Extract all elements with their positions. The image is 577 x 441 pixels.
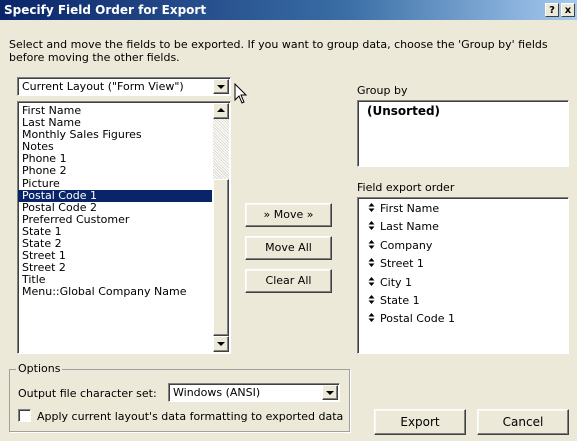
- export-order-item-label: Street 1: [380, 257, 424, 271]
- options-legend: Options: [16, 362, 63, 375]
- clear-all-button[interactable]: Clear All: [245, 269, 332, 293]
- export-order-item-label: Company: [380, 238, 433, 252]
- charset-label: Output file character set:: [18, 387, 157, 400]
- export-order-item-label: City 1: [380, 275, 413, 289]
- export-order-list[interactable]: First Name Last Name Company Street 1 City 1…: [357, 197, 569, 354]
- export-order-item[interactable]: Company: [368, 239, 432, 252]
- options-group: Options Output file character set: Windo…: [9, 362, 350, 432]
- drag-handle-icon[interactable]: [368, 203, 380, 214]
- scroll-down-button[interactable]: [213, 336, 229, 352]
- apply-formatting-checkbox[interactable]: [18, 409, 31, 422]
- drag-handle-icon[interactable]: [368, 239, 380, 251]
- drag-handle-icon[interactable]: [368, 221, 380, 232]
- group-by-list[interactable]: (Unsorted): [357, 100, 569, 167]
- export-order-item[interactable]: Street 1: [368, 257, 424, 270]
- export-order-item[interactable]: Postal Code 1: [368, 312, 455, 325]
- export-order-item-label: Postal Code 1: [380, 312, 455, 326]
- instructions-text: Select and move the fields to be exporte…: [9, 38, 548, 64]
- title-bar: Specify Field Order for Export ? x: [0, 0, 577, 20]
- charset-select-value: Windows (ANSI): [173, 386, 261, 399]
- export-order-item[interactable]: State 1: [368, 294, 420, 307]
- scroll-up-button[interactable]: [213, 103, 229, 119]
- charset-select[interactable]: Windows (ANSI): [168, 383, 340, 402]
- group-by-item[interactable]: (Unsorted): [367, 104, 440, 118]
- export-order-item[interactable]: City 1: [368, 276, 412, 289]
- close-button[interactable]: x: [561, 3, 575, 17]
- layout-select[interactable]: Current Layout ("Form View"): [17, 77, 231, 96]
- available-fields-list[interactable]: First Name Last Name Monthly Sales Figures…: [17, 101, 231, 354]
- export-button[interactable]: Export: [374, 409, 466, 435]
- export-order-item-label: First Name: [380, 202, 440, 215]
- move-button[interactable]: » Move »: [245, 203, 332, 227]
- export-order-label: Field export order: [357, 181, 455, 194]
- help-button[interactable]: ?: [545, 3, 559, 17]
- layout-select-value: Current Layout ("Form View"): [22, 80, 184, 93]
- drag-handle-icon[interactable]: [368, 258, 380, 269]
- export-order-item-label: State 1: [380, 294, 420, 307]
- drag-handle-icon[interactable]: [368, 313, 380, 324]
- layout-select-dropdown-button[interactable]: [213, 79, 229, 94]
- available-fields-scrollbar[interactable]: [213, 103, 229, 352]
- export-order-item-label: Last Name: [380, 220, 439, 234]
- group-by-label: Group by: [357, 84, 408, 97]
- scroll-thumb[interactable]: [213, 179, 229, 336]
- move-all-button[interactable]: Move All: [245, 236, 332, 260]
- cancel-button[interactable]: Cancel: [477, 409, 569, 435]
- field-list-item[interactable]: Menu::Global Company Name: [18, 286, 212, 298]
- field-list-item[interactable]: Street 2: [18, 262, 212, 274]
- field-list-item[interactable]: Picture: [18, 177, 212, 190]
- charset-select-dropdown-button[interactable]: [322, 385, 338, 400]
- window-title: Specify Field Order for Export: [4, 3, 207, 17]
- field-list-item[interactable]: Postal Code 1: [18, 189, 212, 202]
- drag-handle-icon[interactable]: [368, 295, 380, 306]
- mouse-pointer-icon: [234, 83, 248, 104]
- export-order-item[interactable]: Last Name: [368, 220, 439, 233]
- drag-handle-icon[interactable]: [368, 276, 380, 288]
- field-list-item[interactable]: Phone 2: [18, 165, 212, 177]
- apply-formatting-label[interactable]: Apply current layout's data formatting t…: [37, 410, 343, 423]
- export-order-item[interactable]: First Name: [368, 202, 439, 215]
